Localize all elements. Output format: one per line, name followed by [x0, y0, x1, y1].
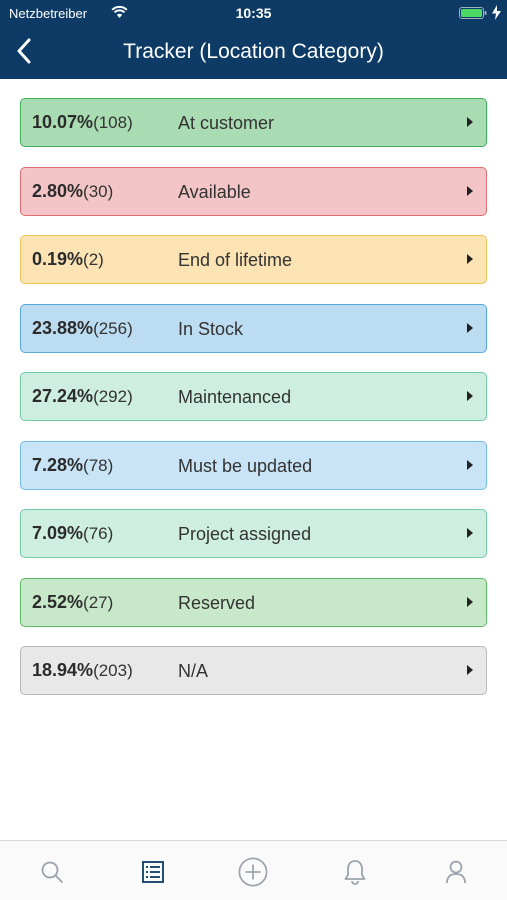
percent-value: 7.28% [32, 454, 84, 475]
row-percent: 23.88%(256) [32, 318, 133, 339]
row-count: (27) [83, 592, 114, 612]
percent-value: 7.09% [32, 523, 84, 543]
status-time: 10:35 [235, 5, 272, 21]
charging-bolt-icon [492, 5, 501, 20]
tab-profile[interactable] [441, 857, 471, 887]
disclosure-arrow-icon [467, 459, 473, 470]
row-label: Available [178, 181, 251, 202]
category-row[interactable]: 10.07%(108) At customer [20, 98, 487, 147]
category-row[interactable]: 7.28%(78) Must be updated [20, 440, 487, 490]
row-percent: 18.94%(203) [32, 660, 133, 681]
percent-value: 23.88% [32, 317, 94, 338]
page-title: Tracker (Location Category) [123, 40, 384, 63]
tab-list[interactable] [138, 857, 168, 887]
row-label: End of lifetime [178, 250, 293, 270]
list-icon [142, 861, 164, 883]
category-row[interactable]: 27.24%(292) Maintenanced [20, 372, 487, 421]
disclosure-arrow-icon [467, 528, 473, 538]
row-label: Must be updated [178, 455, 313, 476]
row-percent: 27.24%(292) [32, 386, 133, 407]
disclosure-arrow-icon [467, 391, 473, 401]
category-list: 10.07%(108) At customer 2.80%(30) Available… [20, 98, 487, 715]
row-label: Maintenanced [178, 387, 292, 407]
app-header: Netzbetreiber 10:35 Tracker (Location Ca… [0, 0, 507, 79]
row-percent: 10.07%(108) [32, 112, 133, 133]
row-count: (203) [93, 661, 133, 680]
row-label: Project assigned [178, 524, 312, 544]
row-percent: 7.09%(76) [32, 523, 113, 544]
category-row[interactable]: 2.52%(27) Reserved [20, 577, 487, 627]
status-bar: Netzbetreiber 10:35 [0, 0, 507, 28]
percent-value: 10.07% [32, 112, 94, 132]
disclosure-arrow-icon [467, 254, 473, 264]
row-count: (256) [93, 318, 133, 338]
row-count: (292) [93, 387, 133, 406]
percent-value: 27.24% [32, 386, 94, 406]
tab-bar [0, 840, 507, 900]
percent-value: 18.94% [32, 660, 94, 680]
percent-value: 2.80% [32, 180, 84, 201]
search-icon [41, 861, 63, 883]
disclosure-arrow-icon [467, 117, 473, 127]
category-row[interactable]: 18.94%(203) N/A [20, 646, 487, 695]
add-circle-icon [238, 857, 268, 887]
percent-value: 2.52% [32, 591, 84, 612]
tab-add[interactable] [238, 857, 268, 887]
row-count: (78) [83, 455, 114, 475]
disclosure-arrow-icon [467, 322, 473, 333]
disclosure-arrow-icon [467, 596, 473, 607]
category-row[interactable]: 23.88%(256) In Stock [20, 303, 487, 353]
percent-value: 0.19% [32, 249, 84, 269]
row-percent: 0.19%(2) [32, 249, 104, 270]
category-row[interactable]: 0.19%(2) End of lifetime [20, 235, 487, 284]
row-label: At customer [178, 113, 275, 133]
tab-notifications[interactable] [340, 857, 370, 887]
back-button[interactable] [10, 36, 38, 66]
row-percent: 2.80%(30) [32, 181, 113, 202]
row-percent: 2.52%(27) [32, 592, 113, 613]
chevron-left-icon [17, 38, 31, 64]
user-icon [446, 860, 466, 884]
row-count: (30) [83, 181, 114, 201]
row-count: (76) [83, 524, 114, 543]
row-count: (108) [93, 113, 133, 132]
row-label: Reserved [178, 592, 256, 613]
row-count: (2) [83, 250, 104, 269]
row-label: N/A [178, 661, 209, 681]
battery-icon [459, 7, 487, 19]
tab-search[interactable] [37, 857, 67, 887]
row-percent: 7.28%(78) [32, 455, 113, 476]
category-row[interactable]: 7.09%(76) Project assigned [20, 509, 487, 558]
disclosure-arrow-icon [467, 665, 473, 675]
row-label: In Stock [178, 318, 244, 339]
disclosure-arrow-icon [467, 185, 473, 196]
bell-icon [344, 860, 366, 885]
category-row[interactable]: 2.80%(30) Available [20, 166, 487, 216]
